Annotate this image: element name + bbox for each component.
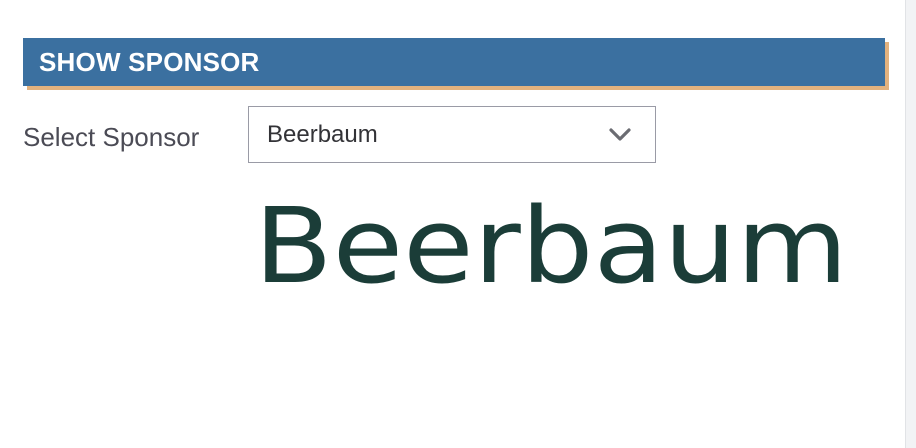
sponsor-select-value: Beerbaum xyxy=(267,120,378,148)
section-title: SHOW SPONSOR xyxy=(39,46,260,77)
chevron-down-icon xyxy=(607,127,633,143)
sponsor-select[interactable]: Beerbaum xyxy=(248,106,656,163)
select-sponsor-label: Select Sponsor xyxy=(23,122,200,152)
scrollbar-track[interactable] xyxy=(905,0,916,448)
sponsor-logo-wordmark: Beerbaum xyxy=(254,192,848,292)
show-sponsor-panel: SHOW SPONSOR Select Sponsor Beerbaum Bee… xyxy=(0,0,905,448)
section-header: SHOW SPONSOR xyxy=(23,38,885,86)
sponsor-logo: Beerbaum xyxy=(248,192,850,292)
